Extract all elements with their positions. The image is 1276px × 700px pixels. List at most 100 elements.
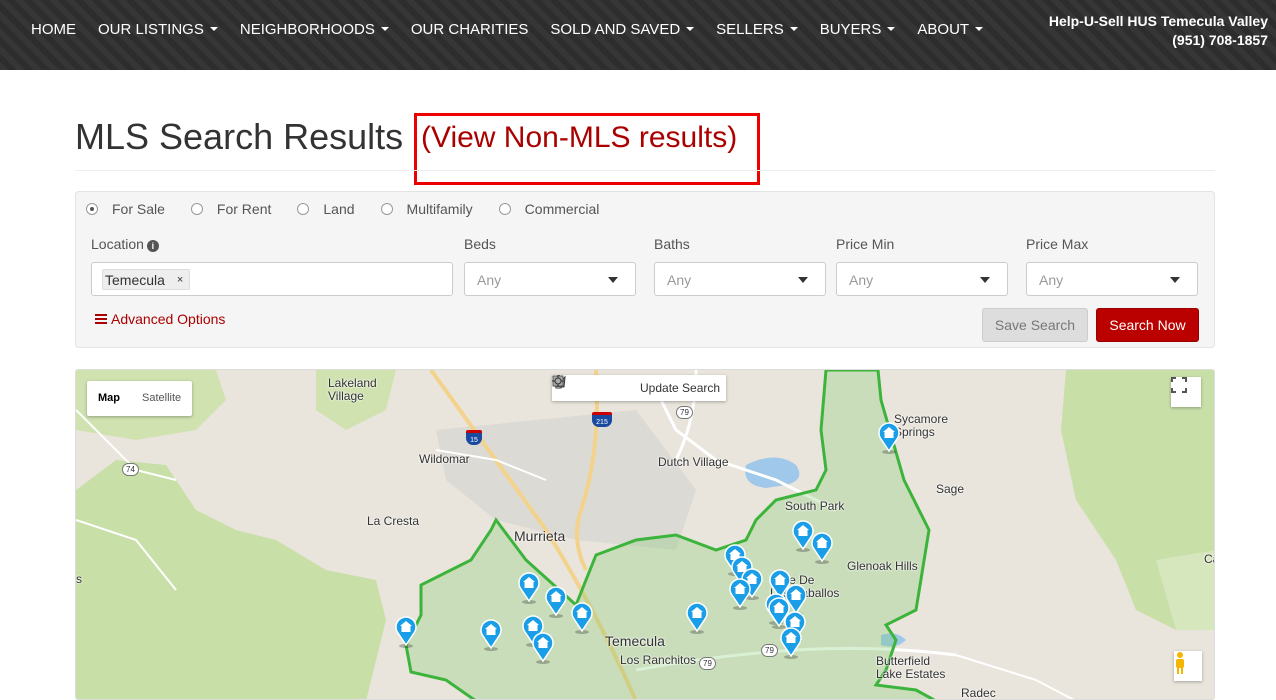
location-input[interactable]: Temecula × [91,262,453,296]
remove-chip-icon[interactable]: × [177,274,183,286]
listing-pin-icon[interactable] [686,602,708,634]
radio-commercial[interactable]: Commercial [498,201,600,217]
map-label: Los Ranchitos [620,653,697,667]
highway-shield-icon: 74 [122,463,139,476]
price-min-value: Any [849,272,874,288]
highway-shield-icon: 79 [761,644,778,657]
fullscreen-icon[interactable] [1171,377,1201,407]
radio-label: For Sale [112,201,165,217]
brand-phone: (951) 708-1857 [1172,32,1268,48]
nav-item-our-charities[interactable]: OUR CHARITIES [400,21,540,38]
map[interactable]: Map Satellite Update Search Lakeland Vil… [75,369,1215,700]
beds-select[interactable]: Any [464,262,636,296]
map-type-toggle: Map Satellite [87,381,193,416]
nav-item-label: OUR LISTINGS [98,20,204,38]
listing-pin-icon[interactable] [729,578,751,610]
location-chip-label: Temecula [105,272,165,288]
map-label: Dutch Village [658,455,729,469]
map-label: s [76,572,82,586]
location-chip: Temecula × [102,269,191,290]
brand[interactable]: Help-U-Sell HUS Temecula Valley (951) 70… [1049,12,1268,50]
chevron-down-icon [1170,277,1180,283]
baths-select[interactable]: Any [654,262,826,296]
map-label: Lakeland Village [328,376,377,403]
price-max-select[interactable]: Any [1026,262,1198,296]
nav-item-about[interactable]: ABOUT [906,21,994,38]
nav-item-sellers[interactable]: SELLERS [705,21,809,38]
interstate-shield-icon: 15 [466,430,482,445]
advanced-options-label: Advanced Options [111,311,226,327]
radio-label: Land [323,201,355,217]
listing-pin-icon[interactable] [518,572,540,604]
page-title: MLS Search Results [75,116,404,157]
baths-value: Any [667,272,692,288]
listing-pin-icon[interactable] [571,602,593,634]
radio-button-icon [190,203,203,215]
update-search-label: Update Search [640,381,721,395]
listing-pin-icon[interactable] [545,586,567,618]
menu-icon [95,312,107,326]
advanced-options-link[interactable]: Advanced Options [95,311,225,327]
radio-button-icon [297,203,310,215]
caret-down-icon [380,27,389,31]
listing-pin-icon[interactable] [780,627,802,659]
map-label: Glenoak Hills [847,559,918,573]
map-type-satellite-button[interactable]: Satellite [131,381,192,416]
listing-pin-icon[interactable] [768,597,790,629]
caret-down-icon [789,27,798,31]
info-icon[interactable]: i [146,240,159,252]
nav-item-home[interactable]: HOME [20,21,87,38]
nav-item-label: SOLD AND SAVED [550,20,681,38]
highway-shield-icon: 79 [699,657,716,670]
radio-multifamily[interactable]: Multifamily [380,201,473,217]
map-label: Sage [936,482,965,496]
caret-down-icon [975,27,984,31]
listing-pin-icon[interactable] [878,422,900,454]
map-label: Murrieta [514,528,566,544]
listing-pin-icon[interactable] [811,532,833,564]
map-label: Wildomar [419,452,470,466]
map-type-map-button[interactable]: Map [87,381,131,416]
nav-item-neighborhoods[interactable]: NEIGHBORHOODS [229,21,400,38]
draw-toolbar: Update Search [552,375,727,401]
interstate-shield-icon: 215 [592,412,612,427]
baths-label: Baths [654,236,690,252]
price-min-label: Price Min [836,236,895,252]
search-now-button[interactable]: Search Now [1096,308,1199,342]
map-label: Temecula [605,633,665,649]
radio-land[interactable]: Land [297,201,355,217]
radio-for-sale[interactable]: For Sale [86,201,165,217]
radio-label: Commercial [524,201,600,217]
brand-name: Help-U-Sell HUS Temecula Valley [1048,13,1268,29]
map-canvas [76,370,1214,699]
caret-down-icon [209,27,218,31]
radio-button-icon [498,203,511,215]
listing-pin-icon[interactable] [532,632,554,664]
polygon-icon[interactable] [552,375,608,401]
radio-button-icon [86,203,98,215]
nav-item-sold-and-saved[interactable]: SOLD AND SAVED [539,21,705,38]
save-search-button[interactable]: Save Search [982,308,1088,342]
map-label: South Park [785,499,845,513]
nav-item-buyers[interactable]: BUYERS [809,21,907,38]
chevron-down-icon [798,277,808,283]
crosshair-icon [552,375,564,387]
nav-item-label: HOME [31,20,76,38]
listing-pin-icon[interactable] [480,619,502,651]
price-min-select[interactable]: Any [836,262,1008,296]
update-search-button[interactable]: Update Search [552,375,726,395]
nav-item-label: NEIGHBORHOODS [239,20,375,38]
view-non-mls-link[interactable]: (View Non-MLS results) [421,121,737,155]
search-panel: For Sale For Rent Land Multifamily Commercia… [75,191,1215,348]
map-label: Radec [961,686,996,700]
rectangle-icon[interactable] [552,375,636,401]
radio-label: Multifamily [406,201,473,217]
listing-pin-icon[interactable] [395,616,417,648]
top-navbar: HOME OUR LISTINGS NEIGHBORHOODS OUR CHARITI… [0,0,1276,70]
main-nav: HOME OUR LISTINGS NEIGHBORHOODS OUR CHARITI… [20,0,994,58]
divider [75,170,1215,171]
nav-item-our-listings[interactable]: OUR LISTINGS [87,21,229,38]
radio-for-rent[interactable]: For Rent [190,201,271,217]
street-view-pegman-icon[interactable] [1174,651,1202,681]
radio-button-icon [380,203,393,215]
